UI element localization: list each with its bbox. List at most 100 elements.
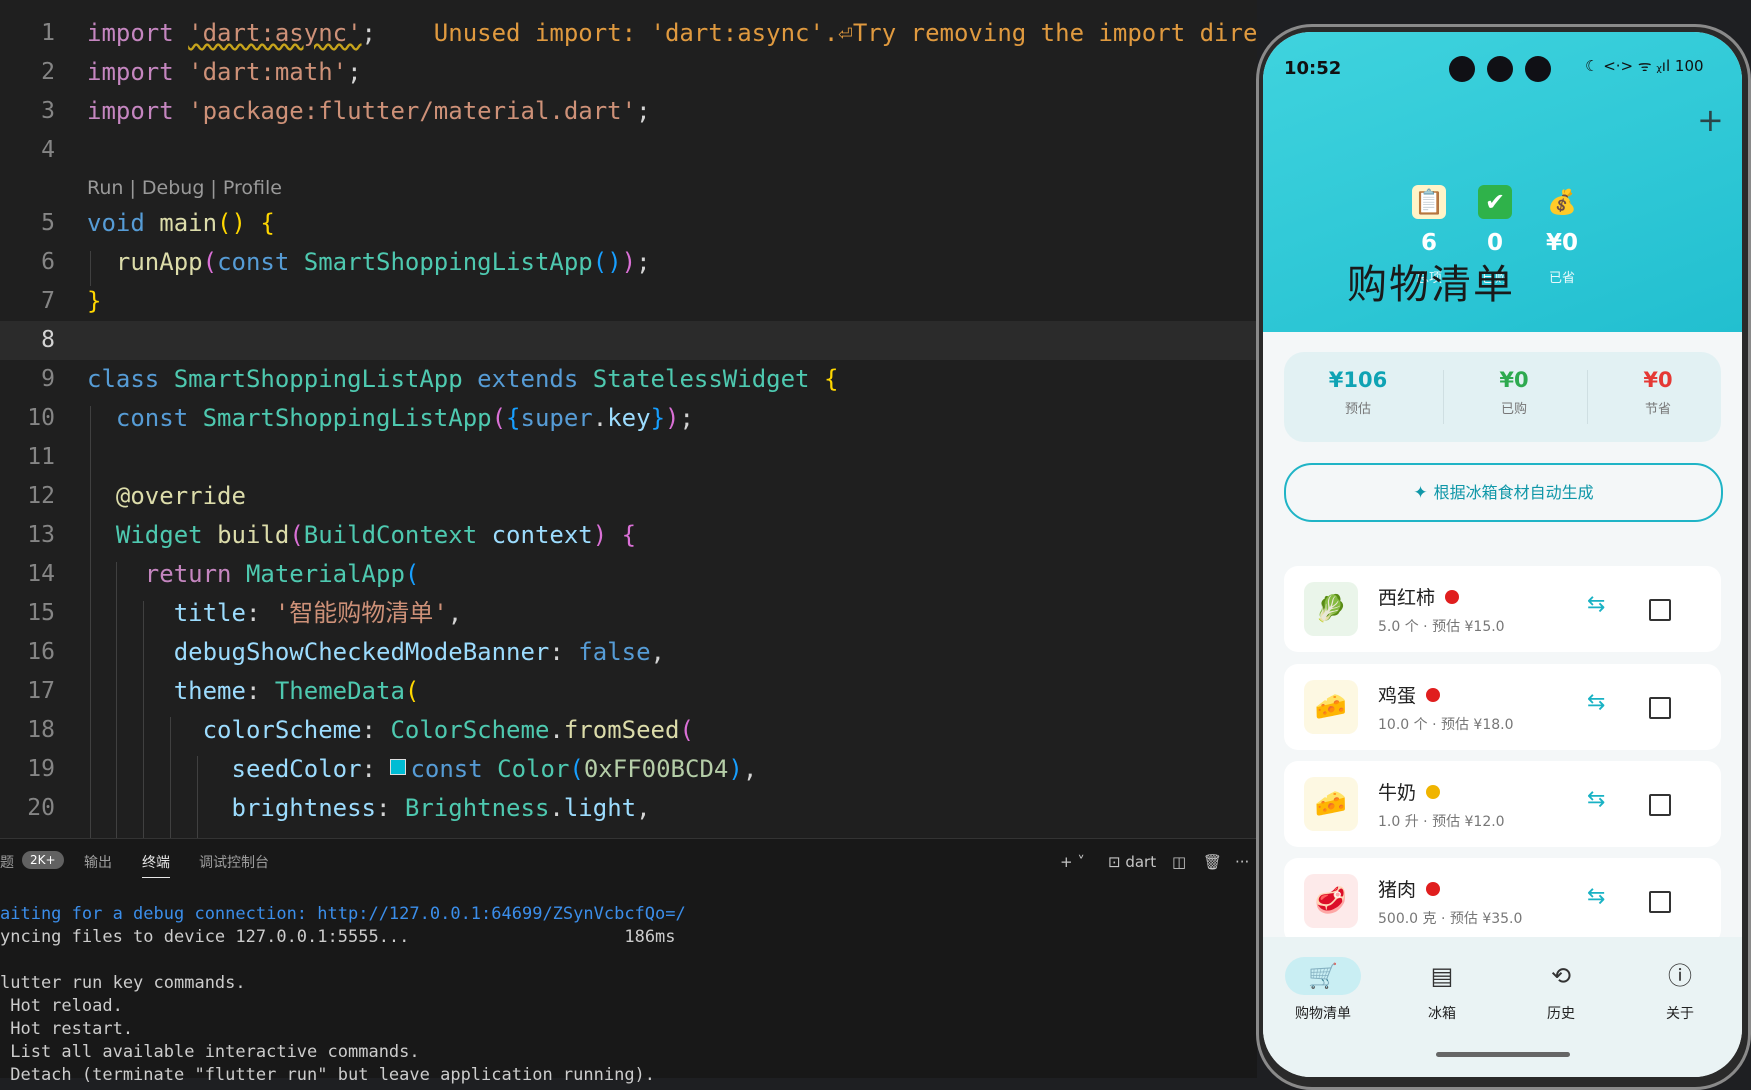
priority-dot-icon (1426, 881, 1441, 896)
add-icon[interactable]: + (1697, 104, 1724, 136)
cheese-icon: 🧀 (1304, 777, 1358, 831)
code-line[interactable]: 9 class SmartShoppingListApp extends Sta… (0, 360, 1257, 399)
line-number: 19 (27, 756, 55, 782)
nav-item-fridge[interactable]: ▤ 冰箱 (1392, 957, 1492, 1023)
list-item[interactable]: 🥬 西红柿 5.0 个 · 预估 ¥15.0 ⇆ (1284, 566, 1721, 652)
code-line[interactable]: 13 Widget build(BuildContext context) { (0, 516, 1257, 555)
code-line[interactable]: 17 theme: ThemeData( (0, 672, 1257, 711)
bottom-panel: 题 2K+ 输出 终端 调试控制台 + ˅ ⊡ dart ◫ 🗑 ··· ait… (0, 838, 1257, 1085)
item-name: 鸡蛋 (1378, 685, 1417, 707)
line-number: 17 (27, 678, 55, 704)
swap-icon[interactable]: ⇆ (1587, 884, 1605, 909)
cart-icon: 🛒 (1285, 957, 1361, 995)
code-line[interactable]: 7 } (0, 282, 1257, 321)
terminal-shell-icon[interactable]: ⊡ dart (1108, 853, 1156, 871)
more-actions-icon[interactable]: ··· (1235, 853, 1249, 871)
line-number: 10 (27, 405, 55, 431)
item-meta: 1.0 升 · 预估 ¥12.0 (1378, 814, 1505, 830)
list-item[interactable]: 🥩 猪肉 500.0 克 · 预估 ¥35.0 ⇆ (1284, 858, 1721, 944)
item-name: 牛奶 (1378, 782, 1417, 804)
summary-estimate-label: 预估 (1344, 402, 1371, 417)
swap-icon[interactable]: ⇆ (1587, 592, 1605, 617)
status-time: 10:52 (1284, 58, 1342, 79)
code-line[interactable]: 3 import 'package:flutter/material.dart'… (0, 92, 1257, 131)
code-line[interactable]: 14 return MaterialApp( (0, 555, 1257, 594)
code-line[interactable]: 4 (0, 131, 1257, 170)
nav-item-about[interactable]: ⓘ 关于 (1630, 957, 1730, 1023)
item-checkbox[interactable] (1649, 697, 1671, 719)
camera-icon (1487, 56, 1513, 82)
debug-url-link[interactable]: http://127.0.0.1:64699/ZSynVcbcfQo=/ (317, 904, 685, 924)
line-number: 16 (27, 639, 55, 665)
nav-item-shopping-list[interactable]: 🛒 购物清单 (1273, 957, 1373, 1023)
code-line-current[interactable]: 8 (0, 321, 1257, 360)
code-line[interactable]: 6 runApp(const SmartShoppingListApp()); (0, 243, 1257, 282)
item-name: 猪肉 (1378, 879, 1417, 901)
history-icon: ⟲ (1550, 962, 1572, 990)
nav-item-history[interactable]: ⟲ 历史 (1511, 957, 1611, 1023)
trash-icon[interactable]: 🗑 (1203, 853, 1222, 871)
terminal-output[interactable]: aiting for a debug connection: http://12… (0, 903, 686, 1087)
kpi-saved-value: ¥0 (1545, 230, 1578, 256)
fridge-icon: ▤ (1430, 962, 1454, 990)
code-line[interactable]: 19 seedColor: const Color(0xFF00BCD4), (0, 750, 1257, 789)
summary-card: ¥106 预估 ¥0 已购 ¥0 节省 (1284, 352, 1721, 442)
line-number: 9 (41, 366, 55, 392)
page-title: 购物清单 (1347, 262, 1515, 308)
code-line[interactable]: 18 colorScheme: ColorScheme.fromSeed( (0, 711, 1257, 750)
code-line[interactable]: 15 title: '智能购物清单', (0, 594, 1257, 633)
split-terminal-icon[interactable]: ◫ (1172, 853, 1186, 871)
code-line[interactable]: 2 import 'dart:math'; (0, 53, 1257, 92)
code-line[interactable]: 11 (0, 438, 1257, 477)
code-line[interactable]: 10 const SmartShoppingListApp({super.key… (0, 399, 1257, 438)
code-line[interactable]: 5 void main() { (0, 204, 1257, 243)
camera-icon (1525, 56, 1551, 82)
code-editor[interactable]: 1 import 'dart:async'; Unused import: 'd… (0, 0, 1257, 838)
status-icons: ☾ <·> ᯤ ᵪıl 100 (1585, 57, 1704, 75)
line-number: 15 (27, 600, 55, 626)
summary-estimate-value: ¥106 (1328, 368, 1388, 392)
summary-saved-label: 节省 (1644, 402, 1671, 417)
code-line[interactable]: 12 @override (0, 477, 1257, 516)
item-name: 西红柿 (1378, 587, 1436, 609)
code-line[interactable]: 1 import 'dart:async'; Unused import: 'd… (0, 14, 1257, 53)
line-number: 12 (27, 483, 55, 509)
panel-tabs: 题 2K+ 输出 终端 调试控制台 + ˅ ⊡ dart ◫ 🗑 ··· (0, 839, 1257, 889)
list-item[interactable]: 🧀 牛奶 1.0 升 · 预估 ¥12.0 ⇆ (1284, 761, 1721, 847)
cheese-icon: 🧀 (1304, 680, 1358, 734)
codelens-run-debug-profile[interactable]: Run | Debug | Profile (87, 173, 282, 203)
tab-problems[interactable]: 题 (0, 853, 14, 873)
line-number: 8 (41, 327, 55, 353)
problems-count-badge: 2K+ (22, 851, 64, 869)
item-checkbox[interactable] (1649, 794, 1671, 816)
priority-dot-icon (1426, 784, 1441, 799)
phone-screen: 10:52 ☾ <·> ᯤ ᵪıl 100 + 📋 ✔ 💰 6 0 ¥0 总项 … (1263, 32, 1742, 1077)
summary-bought-label: 已购 (1500, 402, 1527, 417)
item-meta: 5.0 个 · 预估 ¥15.0 (1378, 619, 1505, 635)
line-number: 6 (41, 249, 55, 275)
new-terminal-icon[interactable]: + ˅ (1060, 853, 1085, 871)
item-checkbox[interactable] (1649, 599, 1671, 621)
item-checkbox[interactable] (1649, 891, 1671, 913)
priority-dot-icon (1445, 589, 1460, 604)
home-indicator[interactable] (1436, 1052, 1570, 1057)
line-number: 3 (41, 98, 55, 124)
color-swatch-icon[interactable] (390, 759, 407, 775)
auto-generate-button[interactable]: ✦ 根据冰箱食材自动生成 (1284, 463, 1723, 522)
code-line[interactable]: 16 debugShowCheckedModeBanner: false, (0, 633, 1257, 672)
tab-debug-console[interactable]: 调试控制台 (199, 853, 269, 873)
line-number: 13 (27, 522, 55, 548)
inline-warning: Unused import: 'dart:async'.⏎Try removin… (433, 19, 1257, 47)
swap-icon[interactable]: ⇆ (1587, 690, 1605, 715)
swap-icon[interactable]: ⇆ (1587, 787, 1605, 812)
line-number: 20 (27, 795, 55, 821)
line-number: 11 (27, 444, 55, 470)
camera-icon (1449, 56, 1475, 82)
tab-terminal[interactable]: 终端 (142, 853, 170, 878)
code-line[interactable]: 20 brightness: Brightness.light, (0, 789, 1257, 828)
list-item[interactable]: 🧀 鸡蛋 10.0 个 · 预估 ¥18.0 ⇆ (1284, 664, 1721, 750)
tab-output[interactable]: 输出 (84, 853, 112, 873)
line-number: 14 (27, 561, 55, 587)
line-number: 7 (41, 288, 55, 314)
sparkle-icon: ✦ (1413, 483, 1428, 503)
